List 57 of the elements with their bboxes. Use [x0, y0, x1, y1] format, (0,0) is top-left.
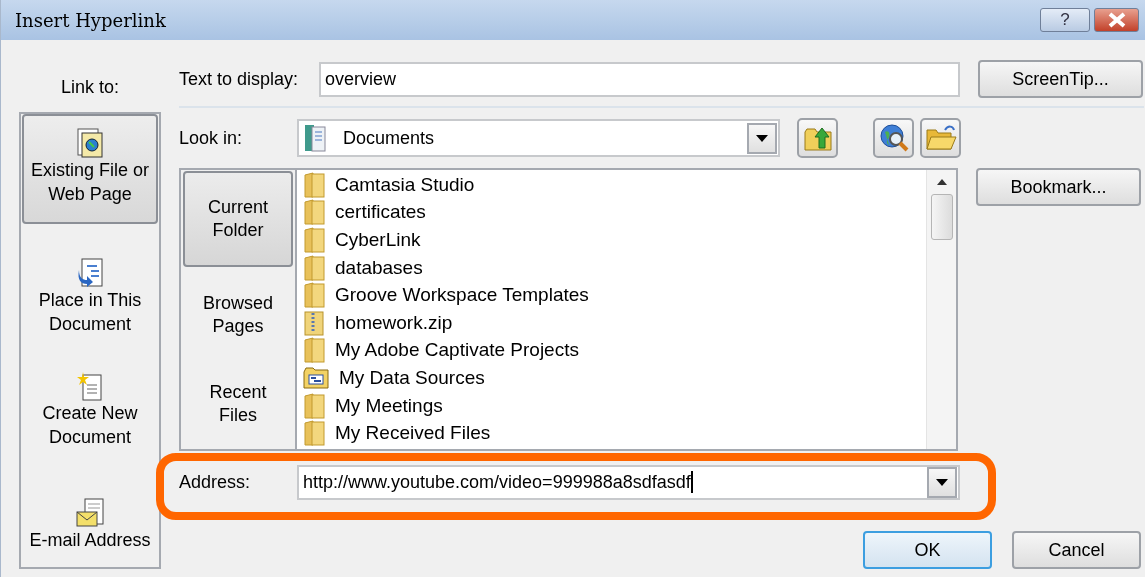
file-name[interactable]: My Data Sources: [339, 366, 485, 389]
file-name[interactable]: My Received Files: [335, 422, 491, 445]
link-type-button[interactable]: Existing File or Web Page: [22, 114, 158, 224]
scrollbar-thumb[interactable]: [930, 194, 953, 240]
link-type-button[interactable]: Place in This Document: [22, 245, 158, 341]
folder-icon: [303, 227, 325, 253]
file-name[interactable]: My Adobe Captivate Projects: [335, 339, 579, 362]
file-name[interactable]: homework.zip: [335, 311, 453, 334]
window-title: Insert Hyperlink: [15, 8, 166, 33]
text-to-display-field[interactable]: overview: [319, 61, 960, 97]
help-button[interactable]: ?: [1040, 8, 1090, 32]
globe-magnifier-icon: [878, 123, 909, 153]
new-document-icon: [77, 371, 103, 401]
search-web-button[interactable]: [873, 118, 914, 158]
folder-icon: [303, 420, 325, 447]
close-button[interactable]: [1094, 8, 1139, 32]
zip-folder-icon: [303, 309, 325, 336]
folder-icon: [303, 199, 325, 226]
file-name[interactable]: Camtasia Studio: [335, 173, 475, 196]
scrollbar[interactable]: [926, 170, 956, 449]
file-name[interactable]: My Meetings: [335, 394, 443, 417]
folder-icon: [303, 337, 325, 364]
folder-icon: [303, 282, 325, 309]
folder-icon: [303, 392, 325, 419]
document-arrow-icon: [77, 258, 103, 288]
look-in-value: Documents: [343, 126, 435, 150]
envelope-document-icon: [76, 498, 104, 528]
cancel-button[interactable]: Cancel: [1012, 531, 1141, 569]
file-name[interactable]: certificates: [335, 201, 426, 224]
folder-icon: [303, 254, 325, 281]
look-in-label: Look in:: [179, 126, 244, 150]
data-folder-icon: [303, 365, 329, 390]
browse-tab[interactable]: Browsed Pages: [181, 267, 295, 363]
text-to-display-label: Text to display:: [179, 67, 300, 91]
address-label: Address:: [179, 470, 252, 494]
folder-icon: [303, 171, 325, 198]
up-folder-button[interactable]: [797, 118, 838, 158]
library-icon: [303, 123, 327, 153]
browse-file-button[interactable]: [920, 118, 961, 158]
address-value: http://www.youtube.com/video=999988a8sdfasdf: [303, 470, 691, 494]
look-in-dropdown[interactable]: Documents: [297, 119, 780, 157]
document-globe-icon: [77, 128, 103, 158]
screentip-button[interactable]: ScreenTip...: [978, 60, 1143, 98]
link-type-button[interactable]: Create New Document: [22, 358, 158, 454]
open-folder-icon: [924, 124, 957, 152]
file-name[interactable]: databases: [335, 256, 423, 279]
address-field[interactable]: http://www.youtube.com/video=999988a8sdfasdf: [297, 464, 960, 500]
browse-tab[interactable]: Current Folder: [183, 171, 293, 267]
file-name[interactable]: CyberLink: [335, 229, 421, 251]
link-to-label: Link to:: [59, 76, 120, 99]
bookmark-button[interactable]: Bookmark...: [976, 168, 1141, 206]
text-cursor: [690, 471, 693, 493]
file-name[interactable]: Groove Workspace Templates: [335, 284, 589, 307]
ok-button[interactable]: OK: [863, 531, 992, 569]
link-type-button[interactable]: E-mail Address: [22, 485, 158, 557]
scroll-up-icon: [935, 178, 948, 186]
browse-tab[interactable]: Recent Files: [181, 363, 295, 445]
